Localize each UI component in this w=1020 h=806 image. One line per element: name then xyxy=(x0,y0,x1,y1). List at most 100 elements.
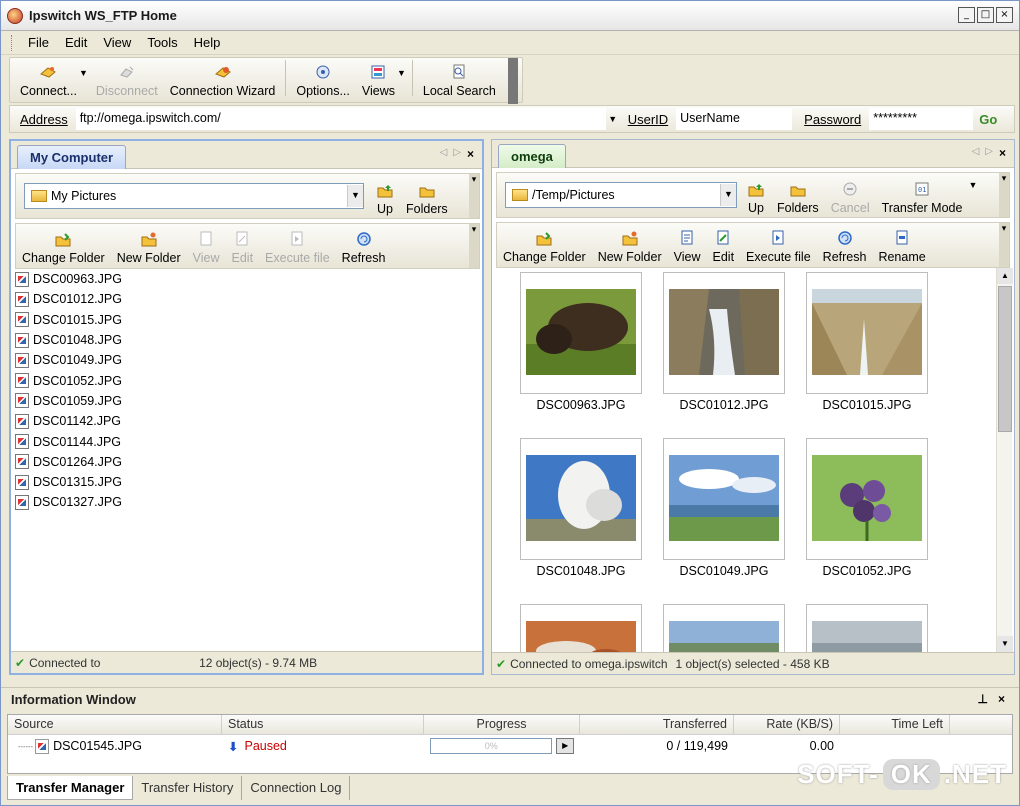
menu-view[interactable]: View xyxy=(95,35,139,50)
scroll-left-icon[interactable]: ◁ xyxy=(440,147,448,161)
new-folder-button[interactable]: New Folder xyxy=(111,225,187,265)
refresh-button[interactable]: Refresh xyxy=(336,225,392,265)
scroll-up-icon[interactable]: ▲ xyxy=(997,268,1013,284)
connect-button[interactable]: Connect... xyxy=(14,58,83,98)
row-overflow[interactable]: ▾ xyxy=(469,224,479,268)
image-file-icon xyxy=(15,352,29,368)
thumbnail[interactable] xyxy=(663,438,785,560)
change-folder-button[interactable]: Change Folder xyxy=(16,225,111,265)
thumbnail[interactable] xyxy=(806,604,928,652)
remote-folder-combo[interactable]: /Temp/Pictures ▼ xyxy=(505,182,737,208)
menu-file[interactable]: File xyxy=(20,35,57,50)
new-folder-button[interactable]: New Folder xyxy=(592,224,668,264)
thumbnail[interactable] xyxy=(520,272,642,394)
views-button[interactable]: Views xyxy=(356,58,401,98)
execute-file-button[interactable]: Execute file xyxy=(740,224,817,264)
row-overflow[interactable]: ▾ xyxy=(469,174,479,218)
refresh-button[interactable]: Refresh xyxy=(817,224,873,264)
password-input[interactable]: ********* xyxy=(869,108,974,130)
col-transferred[interactable]: Transferred xyxy=(580,715,734,735)
list-item[interactable]: DSC01049.JPG xyxy=(11,350,482,370)
local-up-button[interactable]: Up xyxy=(370,176,400,216)
maximize-button[interactable]: □ xyxy=(977,7,994,23)
scroll-right-icon[interactable]: ▷ xyxy=(453,147,461,161)
go-button[interactable]: Go xyxy=(973,112,1003,127)
transfer-mode-dropdown-icon[interactable]: ▼ xyxy=(968,180,977,190)
transfer-mode-button[interactable]: 01 Transfer Mode xyxy=(876,175,969,215)
change-folder-button[interactable]: Change Folder xyxy=(497,224,592,264)
userid-input[interactable]: UserName xyxy=(676,108,793,130)
row-overflow[interactable]: ▾ xyxy=(999,223,1009,267)
pin-icon[interactable]: ⊥ xyxy=(978,692,988,706)
local-connected-text: Connected to xyxy=(29,655,101,670)
list-item[interactable]: DSC01264.JPG xyxy=(11,452,482,472)
list-item[interactable]: DSC01327.JPG xyxy=(11,492,482,512)
close-pane-icon[interactable]: × xyxy=(999,146,1006,160)
list-item[interactable]: DSC01015.JPG xyxy=(11,310,482,330)
local-search-button[interactable]: Local Search xyxy=(417,58,502,98)
row-overflow[interactable]: ▾ xyxy=(999,173,1009,217)
connection-wizard-button[interactable]: Connection Wizard xyxy=(164,58,282,98)
scroll-right-icon[interactable]: ▷ xyxy=(985,146,993,160)
tab-omega[interactable]: omega xyxy=(498,144,566,168)
local-folder-combo[interactable]: My Pictures ▼ xyxy=(24,183,364,209)
local-folders-button[interactable]: Folders xyxy=(400,176,454,216)
chevron-down-icon[interactable]: ▼ xyxy=(347,185,363,207)
col-rate[interactable]: Rate (KB/S) xyxy=(734,715,840,735)
tab-my-computer[interactable]: My Computer xyxy=(17,145,127,169)
menu-grip[interactable] xyxy=(11,34,14,51)
thumbnail[interactable] xyxy=(806,438,928,560)
thumbnail[interactable] xyxy=(663,272,785,394)
close-icon[interactable]: × xyxy=(998,692,1005,706)
options-button[interactable]: Options... xyxy=(290,58,356,98)
views-dropdown-icon[interactable]: ▼ xyxy=(397,68,406,78)
list-item[interactable]: DSC01142.JPG xyxy=(11,411,482,431)
remote-up-button[interactable]: Up xyxy=(741,175,771,215)
close-button[interactable]: × xyxy=(996,7,1013,23)
address-input[interactable]: ftp://omega.ipswitch.com/ xyxy=(75,108,606,130)
table-row[interactable]: ┄┄ DSC01545.JPG ⬇ Paused 0% ▶ 0 / 119,49… xyxy=(8,735,1012,757)
remote-folders-button[interactable]: Folders xyxy=(771,175,825,215)
connect-dropdown-icon[interactable]: ▼ xyxy=(79,68,88,78)
list-item[interactable]: DSC01048.JPG xyxy=(11,330,482,350)
check-icon: ✔ xyxy=(15,655,26,670)
rename-button[interactable]: Rename xyxy=(872,224,931,264)
list-item[interactable]: DSC01052.JPG xyxy=(11,370,482,390)
tab-connection-log[interactable]: Connection Log xyxy=(242,776,351,800)
thumbnail[interactable] xyxy=(806,272,928,394)
thumbnail[interactable] xyxy=(663,604,785,652)
disconnect-button[interactable]: Disconnect xyxy=(90,58,164,98)
list-item[interactable]: DSC00963.JPG xyxy=(11,269,482,289)
execute-file-button[interactable]: Execute file xyxy=(259,225,336,265)
list-item[interactable]: DSC01315.JPG xyxy=(11,472,482,492)
edit-button[interactable]: Edit xyxy=(226,225,260,265)
menu-tools[interactable]: Tools xyxy=(139,35,185,50)
thumbnail[interactable] xyxy=(520,438,642,560)
col-progress[interactable]: Progress xyxy=(424,715,580,735)
toolbar-overflow[interactable] xyxy=(507,58,518,104)
list-item[interactable]: DSC01144.JPG xyxy=(11,431,482,451)
col-time-left[interactable]: Time Left xyxy=(840,715,950,735)
list-item[interactable]: DSC01012.JPG xyxy=(11,289,482,309)
cancel-button[interactable]: Cancel xyxy=(825,175,876,215)
list-item[interactable]: DSC01059.JPG xyxy=(11,391,482,411)
scroll-left-icon[interactable]: ◁ xyxy=(972,146,980,160)
thumbnail[interactable] xyxy=(520,604,642,652)
close-pane-icon[interactable]: × xyxy=(467,147,474,161)
menu-help[interactable]: Help xyxy=(186,35,229,50)
edit-button[interactable]: Edit xyxy=(707,224,741,264)
scroll-down-icon[interactable]: ▼ xyxy=(997,636,1013,652)
resume-button[interactable]: ▶ xyxy=(556,738,574,754)
minimize-button[interactable]: _ xyxy=(958,7,975,23)
col-status[interactable]: Status xyxy=(222,715,424,735)
col-source[interactable]: Source xyxy=(8,715,222,735)
chevron-down-icon[interactable]: ▼ xyxy=(720,184,736,206)
address-dropdown-icon[interactable]: ▼ xyxy=(606,114,620,124)
view-button[interactable]: View xyxy=(668,224,707,264)
view-button[interactable]: View xyxy=(187,225,226,265)
remote-scrollbar[interactable]: ▲ ▼ xyxy=(996,268,1013,652)
tab-transfer-history[interactable]: Transfer History xyxy=(133,776,243,800)
tab-transfer-manager[interactable]: Transfer Manager xyxy=(7,776,134,800)
scroll-thumb[interactable] xyxy=(998,286,1012,432)
menu-edit[interactable]: Edit xyxy=(57,35,95,50)
